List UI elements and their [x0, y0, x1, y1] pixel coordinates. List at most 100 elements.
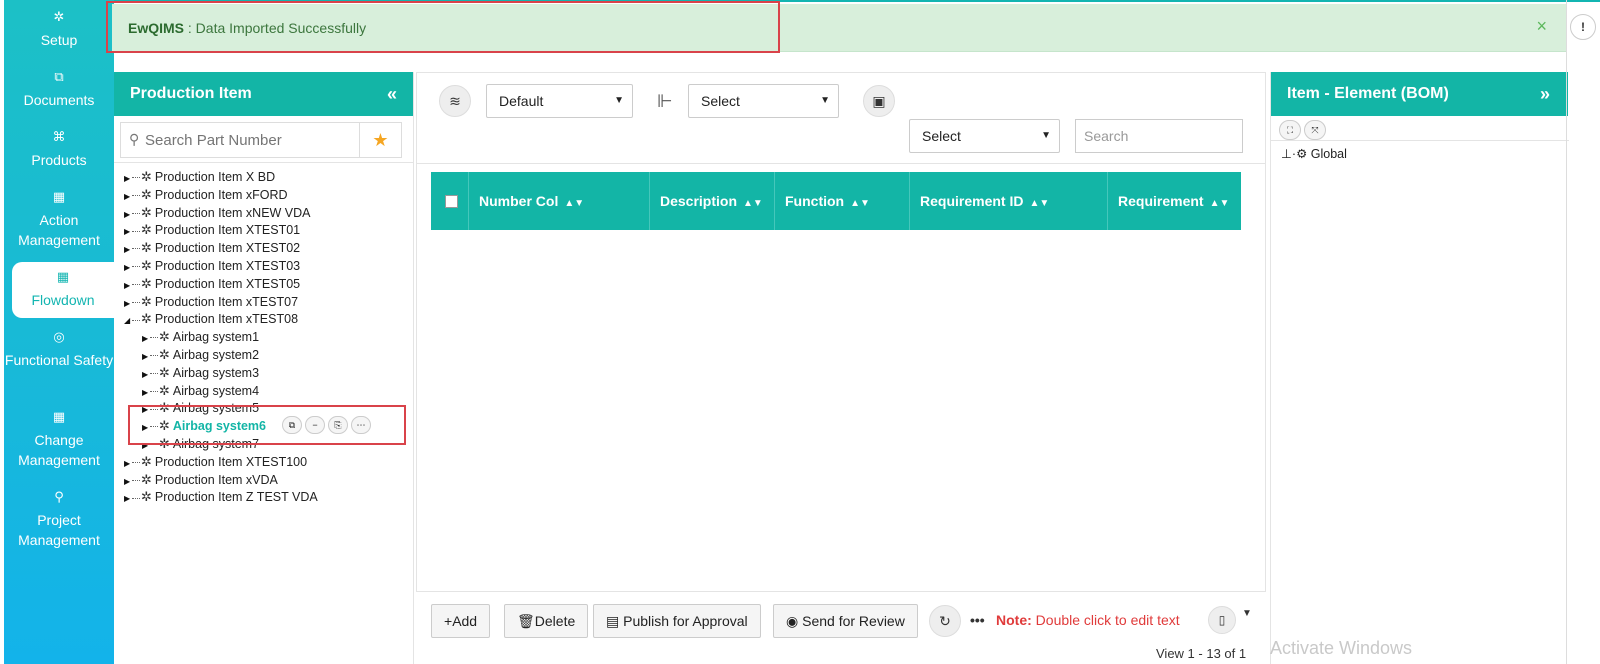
highlight-box [106, 1, 780, 53]
nav-products[interactable]: ⌘ Products [4, 128, 114, 170]
send-review-button[interactable]: ◉ Send for Review [773, 604, 918, 638]
column-header[interactable]: Number Col ▲▼ [469, 172, 650, 230]
tree-node-label: Production Item xTEST07 [154, 294, 299, 309]
bom-panel: Item - Element (BOM) » ⛶ ⤧ ⊥·⚙ Global [1270, 72, 1569, 664]
view-select[interactable]: Default ▼ [486, 84, 633, 118]
layers-icon[interactable]: ≋ [439, 85, 471, 117]
tree-child-node[interactable]: ▶ ✲ Airbag system4 [124, 382, 414, 400]
filter-select[interactable]: Select ▼ [909, 119, 1060, 153]
left-nav: ✲ Setup ⧉ Documents ⌘ Products ▦ Action … [4, 0, 114, 664]
grid-search-input[interactable]: Search [1075, 119, 1243, 153]
tree-connector [150, 390, 158, 392]
tree-tools: ⛶ ⤧ [1279, 120, 1329, 140]
column-label: Number Col [479, 193, 559, 209]
tree-node-expanded[interactable]: ◢ ✲ Production Item xTEST08 [124, 310, 414, 328]
edit-note: Note: Double click to edit text [996, 612, 1180, 628]
column-label: Requirement ID [920, 193, 1024, 209]
tree-connector [150, 372, 158, 374]
trash-icon: 🗑 [517, 613, 535, 629]
column-header[interactable]: Requirement ▲▼ [1108, 172, 1241, 230]
sort-icon: ▲▼ [850, 198, 870, 209]
production-tree: ▶ ✲ Production Item X BD ▶ ✲ Production Item… [124, 168, 414, 506]
panel-title: Item - Element (BOM) [1287, 85, 1449, 102]
nav-change-management[interactable]: ▦ Change Management [4, 408, 114, 470]
sort-icon: ▲▼ [743, 198, 763, 209]
nav-label: Documents [23, 92, 95, 108]
image-icon[interactable]: ▣ [863, 85, 895, 117]
refresh-icon[interactable]: ↻ [929, 605, 961, 637]
tree-connector [132, 319, 140, 321]
tree-node-label: Production Item XTEST02 [154, 241, 301, 256]
tree-node[interactable]: ▶ ✲ Production Item XTEST01 [124, 221, 414, 239]
export-file-icon[interactable]: ▯ [1208, 606, 1236, 634]
expand-icon[interactable]: » [1540, 72, 1550, 116]
tree-node-label: Airbag system3 [172, 365, 260, 380]
nav-label: Change Management [18, 432, 100, 468]
select-all-checkbox[interactable] [445, 195, 458, 208]
tree-connector [150, 355, 158, 357]
tree-node-label: Production Item XTEST03 [154, 258, 301, 273]
column-header[interactable]: Function ▲▼ [775, 172, 910, 230]
tree-node[interactable]: ▶ ✲ Production Item XTEST03 [124, 257, 414, 275]
tree-child-node[interactable]: ▶ ✲ Airbag system1 [124, 328, 414, 346]
tree-child-node[interactable]: ▶ ✲ Airbag system2 [124, 346, 414, 364]
nav-documents[interactable]: ⧉ Documents [4, 68, 114, 110]
add-button[interactable]: +Add [431, 604, 491, 638]
tree-node-label: Production Item X BD [154, 170, 276, 184]
gears-icon: ✲ [141, 257, 152, 273]
chevron-down-icon: ▼ [614, 95, 624, 106]
divider [114, 162, 414, 163]
collapse-all-icon[interactable]: ⤧ [1304, 120, 1326, 140]
chevron-down-icon: ▼ [820, 95, 830, 106]
alert-button[interactable]: ! [1570, 14, 1596, 40]
tree-node[interactable]: ▶ ✲ Production Item xVDA [124, 471, 414, 489]
caret-down-icon[interactable]: ▼ [1242, 608, 1252, 619]
tree-connector [132, 248, 140, 250]
nav-flowdown[interactable]: ▦ Flowdown [12, 262, 114, 318]
gears-icon: ✲ [141, 186, 152, 202]
column-header[interactable]: Description ▲▼ [650, 172, 775, 230]
nav-label: Flowdown [31, 292, 95, 308]
tree-node[interactable]: ▶ ✲ Production Item XTEST02 [124, 239, 414, 257]
tree-node[interactable]: ▶ ✲ Production Item X BD [124, 168, 414, 186]
delete-button[interactable]: 🗑Delete [504, 604, 589, 638]
expand-icon[interactable]: ▶ [124, 490, 132, 508]
column-header[interactable]: Requirement ID ▲▼ [910, 172, 1108, 230]
star-icon[interactable]: ★ [359, 123, 401, 157]
nav-action-management[interactable]: ▦ Action Management [4, 188, 114, 250]
nav-setup[interactable]: ✲ Setup [4, 8, 114, 50]
tree-node[interactable]: ▶ ✲ Production Item xTEST07 [124, 293, 414, 311]
more-options-icon[interactable]: ••• [970, 612, 985, 628]
nav-functional-safety[interactable]: ◎ Functional Safety [4, 328, 114, 370]
bom-root-label[interactable]: Global [1311, 147, 1347, 161]
gears-icon: ✲ [141, 275, 152, 291]
tree-node[interactable]: ▶ ✲ Production Item XTEST05 [124, 275, 414, 293]
publish-approval-button[interactable]: ▤ Publish for Approval [593, 604, 761, 638]
tree-connector [132, 212, 140, 214]
tree-node-label: Production Item XTEST100 [154, 454, 308, 469]
tree-node[interactable]: ▶ ✲ Production Item XTEST100 [124, 453, 414, 471]
tree-node-label: Production Item xNEW VDA [154, 205, 311, 220]
view-select-value: Default [499, 93, 544, 109]
tree-node[interactable]: ▶ ✲ Production Item xFORD [124, 186, 414, 204]
divider [417, 163, 1265, 164]
gears-icon: ✲ [141, 293, 152, 309]
tree-node-label: Production Item xTEST08 [154, 312, 299, 327]
function-select[interactable]: Select ▼ [688, 84, 839, 118]
tree-child-node[interactable]: ▶ ✲ Airbag system3 [124, 364, 414, 382]
gears-icon: ✲ [141, 240, 152, 256]
gears-icon: ✲ [141, 471, 152, 487]
tree-node-label: Airbag system4 [172, 383, 260, 398]
search-part-input[interactable] [145, 129, 355, 151]
gear-icon: ⚙ [1296, 147, 1311, 161]
life-ring-icon: ◎ [53, 329, 65, 344]
nav-project-management[interactable]: ⚲ Project Management [4, 488, 114, 550]
gears-icon: ✲ [53, 9, 65, 24]
publish-label: Publish for Approval [623, 613, 748, 629]
tree-node[interactable]: ▶ ✲ Production Item xNEW VDA [124, 204, 414, 222]
tree-node[interactable]: ▶ ✲ Production Item Z TEST VDA [124, 488, 414, 506]
collapse-icon[interactable]: « [387, 72, 397, 116]
close-icon[interactable]: × [1536, 16, 1547, 37]
expand-all-icon[interactable]: ⛶ [1279, 120, 1301, 140]
gears-icon: ✲ [141, 222, 152, 238]
